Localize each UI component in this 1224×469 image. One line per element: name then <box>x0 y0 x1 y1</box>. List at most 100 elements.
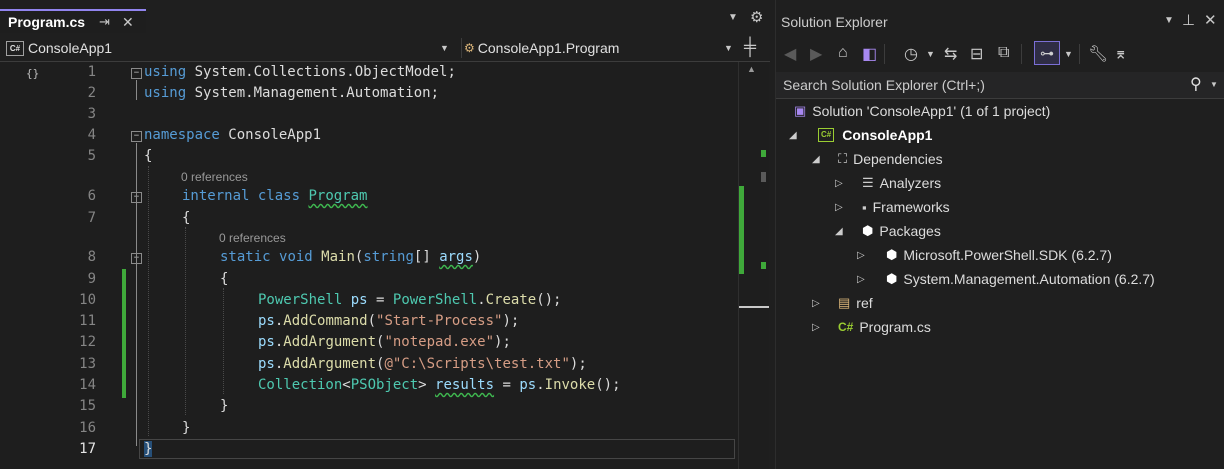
class-icon: ⚙ <box>464 41 475 55</box>
collapsed-arrow-icon[interactable]: ▷ <box>835 178 843 189</box>
tree-item-package[interactable]: ⬢ Microsoft.PowerShell.SDK (6.2.7) <box>886 247 1112 263</box>
search-icon[interactable]: ⚲ <box>1190 74 1202 94</box>
collapsed-arrow-icon[interactable]: ▷ <box>835 202 843 213</box>
collapsed-arrow-icon[interactable]: ▷ <box>812 298 820 309</box>
preview-selected-icon[interactable]: ⌆ <box>1114 44 1127 64</box>
collapse-icon[interactable]: − <box>131 131 142 142</box>
codelens-references[interactable]: 0 references <box>181 170 248 184</box>
code-line-8: static void Main(string[] args) <box>220 249 481 265</box>
class-dropdown[interactable]: ⚙ ConsoleApp1.Program ▼ <box>461 38 740 58</box>
scroll-up-icon[interactable]: ▲ <box>747 64 756 74</box>
method-name: AddCommand <box>283 313 368 329</box>
view-toggle-icon[interactable]: ⊶ <box>1034 41 1060 65</box>
tree-item-label: Program.cs <box>859 319 931 335</box>
code-text: < <box>342 377 351 393</box>
keyword: string <box>363 249 414 265</box>
vertical-scrollbar[interactable]: ▲ <box>738 62 769 469</box>
collapse-all-icon[interactable]: ⊟ <box>970 44 983 64</box>
chevron-down-icon[interactable]: ▼ <box>1210 80 1218 89</box>
code-text: System.Collections.ObjectModel; <box>186 64 456 80</box>
tree-item-program-cs[interactable]: C# Program.cs <box>838 319 931 335</box>
toolbar-separator <box>1021 44 1022 64</box>
show-all-files-icon[interactable]: ⧉ <box>998 44 1009 62</box>
tree-item-dependencies[interactable]: ⛶ Dependencies <box>838 151 943 167</box>
code-editor[interactable]: {} 1 2 3 4 5 6 7 8 9 10 11 12 13 14 15 1… <box>0 62 738 469</box>
method-name: Create <box>485 292 537 308</box>
code-text: (); <box>536 292 562 308</box>
method-name: AddArgument <box>283 356 377 372</box>
back-icon[interactable]: ◀ <box>784 44 796 64</box>
code-line-9: { <box>220 271 229 287</box>
tree-item-packages[interactable]: ⬢ Packages <box>862 223 941 239</box>
chevron-down-icon[interactable]: ▼ <box>1064 49 1073 59</box>
project-dropdown[interactable]: C# ConsoleApp1 ▼ <box>6 38 452 58</box>
tab-list-dropdown-icon[interactable]: ▼ <box>728 12 738 23</box>
expanded-arrow-icon[interactable]: ◢ <box>789 130 797 141</box>
scroll-position-marker <box>739 306 769 308</box>
code-text: > <box>418 377 436 393</box>
tree-item-project[interactable]: C# ConsoleApp1 <box>818 127 932 143</box>
code-line-15: } <box>220 398 229 414</box>
tree-item-label: Packages <box>879 223 941 239</box>
keyword: class <box>257 188 301 204</box>
tree-item-ref[interactable]: ▤ ref <box>838 295 873 311</box>
change-indicator <box>122 269 126 398</box>
tree-item-label: Analyzers <box>879 175 942 191</box>
type-name: Collection <box>258 377 343 393</box>
split-view-icon[interactable]: ╪ <box>744 37 756 57</box>
forward-icon[interactable]: ▶ <box>810 44 822 64</box>
chevron-down-icon[interactable]: ▼ <box>1164 15 1174 26</box>
keyword: namespace <box>144 127 220 143</box>
switch-views-icon[interactable]: ◧ <box>862 44 877 64</box>
history-icon[interactable]: ◷ <box>904 44 918 64</box>
solution-explorer: Solution Explorer ▼ ⊥ ✕ ◀ ▶ ⌂ ◧ ◷ ▼ ⇆ ⊟ … <box>775 0 1224 469</box>
line-number-current: 17 <box>79 441 96 457</box>
tree-item-label: System.Management.Automation (6.2.7) <box>903 271 1155 287</box>
keyword: static <box>220 249 271 265</box>
code-text: System.Management.Automation; <box>186 85 440 101</box>
nuget-package-icon: ⬢ <box>886 271 898 286</box>
collapse-icon[interactable]: − <box>131 68 142 79</box>
change-marker <box>761 150 766 157</box>
expanded-arrow-icon[interactable]: ◢ <box>812 154 820 165</box>
search-box[interactable]: Search Solution Explorer (Ctrl+;) ⚲ ▼ <box>776 72 1224 99</box>
pin-icon[interactable]: ⊥ <box>1182 11 1195 29</box>
code-line-2: using System.Management.Automation; <box>144 85 439 101</box>
variable: results <box>435 377 495 393</box>
method-name: AddArgument <box>283 334 377 350</box>
keyword: internal <box>182 188 250 204</box>
collapsed-arrow-icon[interactable]: ▷ <box>857 274 865 285</box>
line-number: 3 <box>87 106 96 122</box>
tree-item-frameworks[interactable]: ▪ Frameworks <box>862 199 950 215</box>
indent-guide <box>185 227 186 415</box>
fold-guide <box>136 143 137 446</box>
class-dropdown-value: ConsoleApp1.Program <box>477 40 620 56</box>
code-line-4: namespace ConsoleApp1 <box>144 127 321 143</box>
tree-item-label: ConsoleApp1 <box>842 127 933 143</box>
search-input[interactable]: Search Solution Explorer (Ctrl+;) <box>783 77 985 93</box>
code-text: ); <box>502 313 520 329</box>
close-icon[interactable]: ✕ <box>122 14 134 31</box>
codelens-references[interactable]: 0 references <box>219 231 286 245</box>
tab-program-cs[interactable]: Program.cs ⇥ ✕ <box>0 9 146 33</box>
string-literal: "Start-Process" <box>376 313 503 329</box>
tree-item-label: Microsoft.PowerShell.SDK (6.2.7) <box>903 247 1112 263</box>
chevron-down-icon[interactable]: ▼ <box>926 49 935 59</box>
expanded-arrow-icon[interactable]: ◢ <box>835 226 843 237</box>
home-icon[interactable]: ⌂ <box>838 44 848 62</box>
close-icon[interactable]: ✕ <box>1204 11 1217 29</box>
keyword: using <box>144 85 187 101</box>
tree-item-solution[interactable]: ▣ Solution 'ConsoleApp1' (1 of 1 project… <box>794 103 1050 119</box>
code-text: = <box>367 292 393 308</box>
gear-icon[interactable]: ⚙ <box>750 8 763 26</box>
parameter: args <box>439 249 473 265</box>
properties-wrench-icon[interactable]: 🔧︎ <box>1088 44 1108 64</box>
pin-icon[interactable]: ⇥ <box>99 14 110 30</box>
class-name: Program <box>308 188 368 204</box>
sync-icon[interactable]: ⇆ <box>944 44 957 64</box>
tree-item-package[interactable]: ⬢ System.Management.Automation (6.2.7) <box>886 271 1155 287</box>
tree-item-analyzers[interactable]: ☰ Analyzers <box>862 175 941 191</box>
collapsed-arrow-icon[interactable]: ▷ <box>857 250 865 261</box>
collapsed-arrow-icon[interactable]: ▷ <box>812 322 820 333</box>
solution-icon: ▣ <box>794 103 807 118</box>
